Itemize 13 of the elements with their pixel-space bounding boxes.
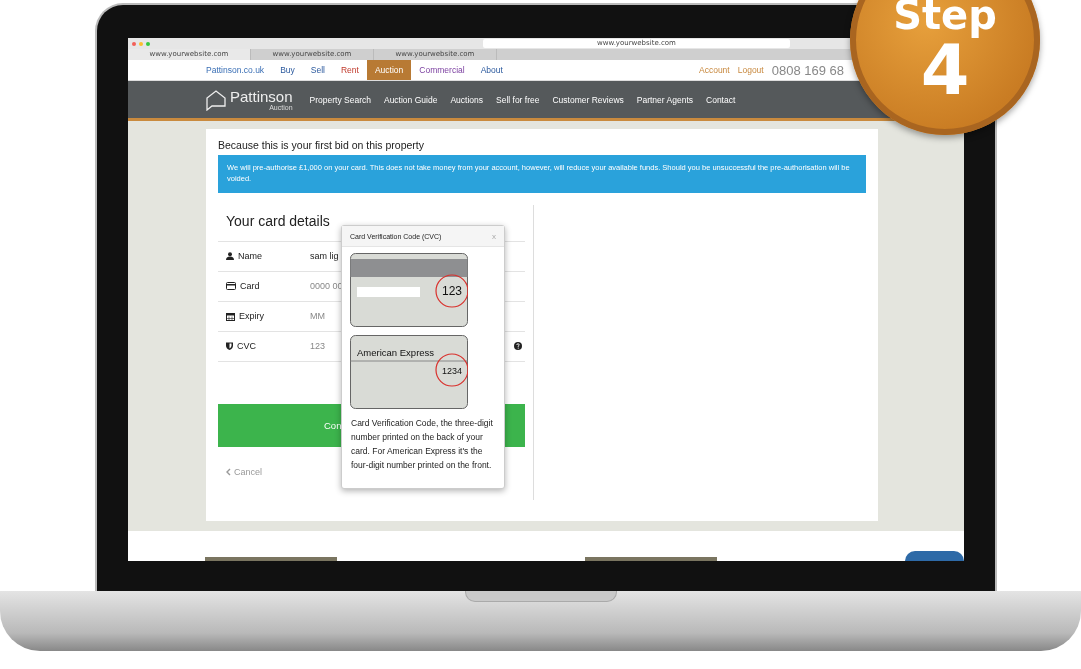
cvc-description: Card Verification Code, the three-digit number printed on the back of your card. For American Express it's the four-digit number printed on the front. bbox=[351, 417, 494, 472]
field-label: Name bbox=[238, 251, 262, 262]
field-label: Expiry bbox=[239, 311, 264, 322]
form-title: Your card details bbox=[226, 212, 331, 229]
section-heading: Because this is your first bid on this property bbox=[218, 139, 425, 151]
field-label: CVC bbox=[237, 341, 256, 352]
front-code: 1234 bbox=[442, 366, 462, 376]
back-code: 123 bbox=[442, 284, 462, 298]
phone-number: 0808 169 68 bbox=[771, 62, 844, 78]
logo-name: Pattinson bbox=[230, 88, 293, 104]
card-brand: American Express bbox=[357, 347, 435, 358]
badge-number: 4 bbox=[920, 35, 970, 105]
field-label: Card bbox=[240, 281, 260, 292]
